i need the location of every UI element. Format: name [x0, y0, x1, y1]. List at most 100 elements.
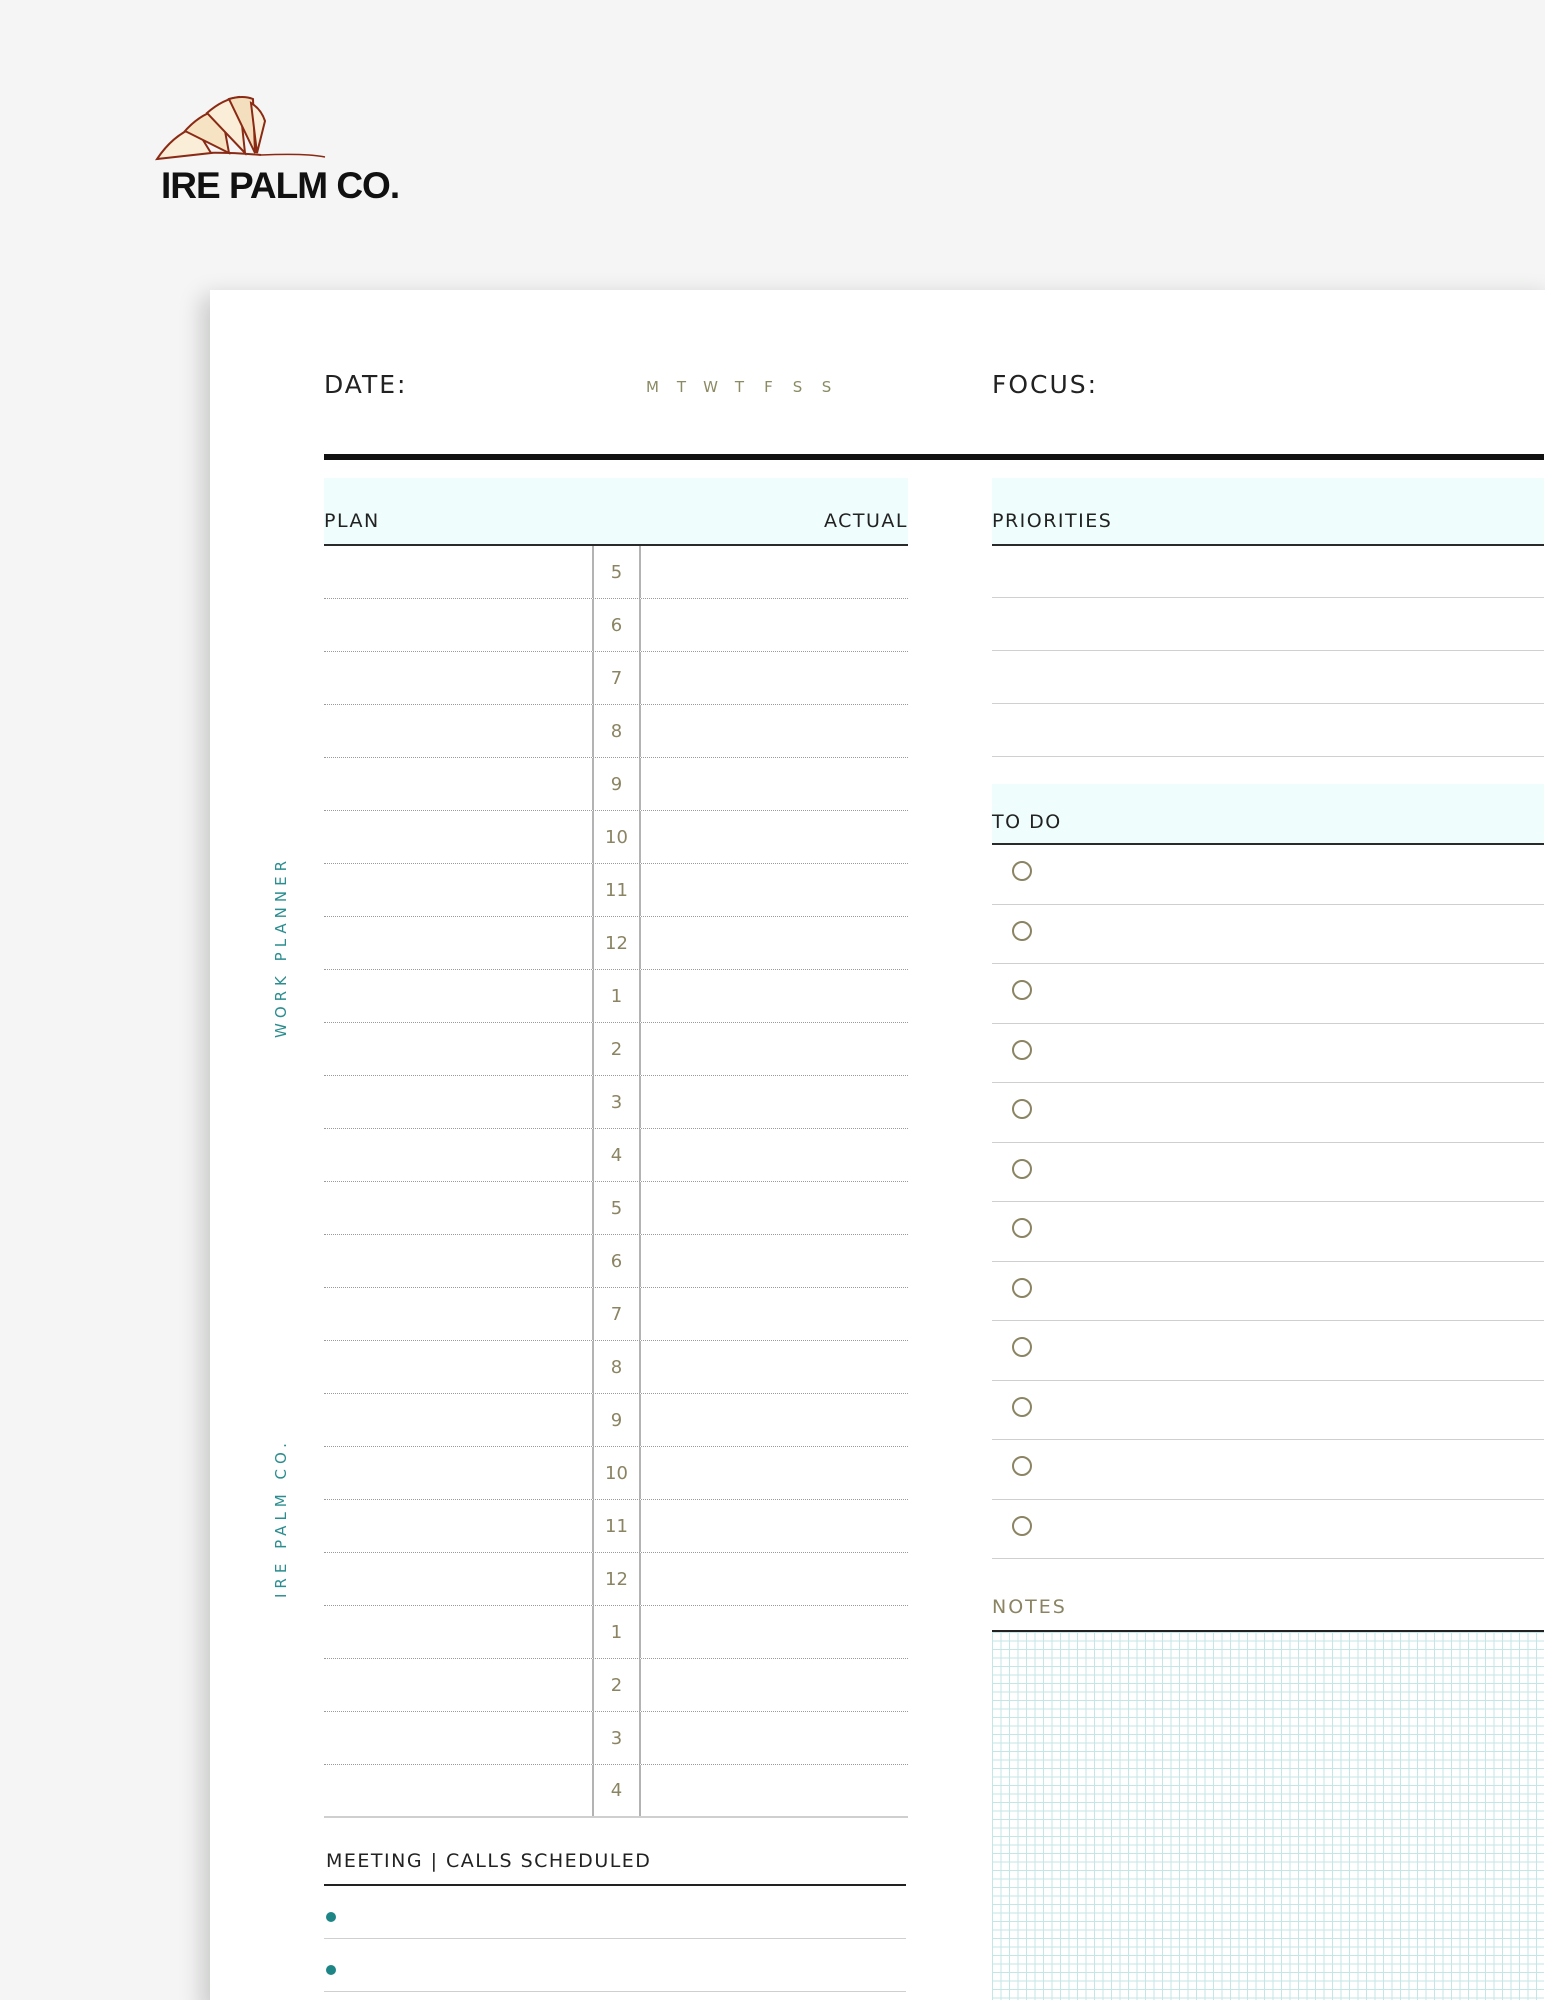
todo-item[interactable] [992, 1262, 1544, 1321]
hour-row[interactable]: 2 [324, 1023, 908, 1076]
hour-label: 7 [592, 652, 641, 704]
hour-label: 5 [592, 546, 641, 598]
brand-name: IRE PALM CO. [161, 165, 400, 206]
hour-row[interactable]: 3 [324, 1076, 908, 1129]
hour-label: 9 [592, 758, 641, 810]
todo-header: TO DO [992, 784, 1544, 845]
hour-row[interactable]: 10 [324, 811, 908, 864]
checkbox-circle-icon[interactable] [1012, 1396, 1032, 1417]
hour-label: 6 [592, 1235, 641, 1287]
hour-row[interactable]: 3 [324, 1712, 908, 1765]
checkbox-circle-icon[interactable] [1012, 980, 1032, 1000]
hour-label: 2 [592, 1023, 641, 1075]
hour-row[interactable]: 4 [324, 1765, 908, 1818]
hour-label: 1 [592, 1606, 641, 1658]
notes-grid-area[interactable] [992, 1632, 1544, 2000]
notes-title: NOTES [992, 1596, 1067, 1618]
hour-label: 8 [592, 1341, 641, 1393]
plan-label: PLAN [324, 510, 380, 532]
todo-item[interactable] [992, 845, 1544, 905]
hour-row[interactable]: 9 [324, 1394, 908, 1447]
hour-row[interactable]: 6 [324, 1235, 908, 1288]
day-thursday[interactable]: T [732, 378, 747, 396]
day-saturday[interactable]: S [790, 378, 805, 396]
hour-row[interactable]: 7 [324, 1288, 908, 1341]
brand-logo: IRE PALM CO. [155, 95, 415, 215]
day-friday[interactable]: F [761, 378, 776, 396]
hour-row[interactable]: 11 [324, 1500, 908, 1553]
hour-label: 12 [592, 1553, 641, 1605]
todo-item[interactable] [992, 1024, 1544, 1083]
hour-label: 6 [592, 599, 641, 651]
hour-row[interactable]: 12 [324, 1553, 908, 1606]
hour-row[interactable]: 8 [324, 705, 908, 758]
day-monday[interactable]: M [645, 378, 660, 396]
hour-row[interactable]: 5 [324, 546, 908, 599]
hour-label: 8 [592, 705, 641, 757]
checkbox-circle-icon[interactable] [1012, 920, 1032, 941]
focus-label: FOCUS: [992, 370, 1099, 399]
todo-item[interactable] [992, 1202, 1544, 1262]
todo-item[interactable] [992, 1083, 1544, 1143]
hour-label: 9 [592, 1394, 641, 1446]
hour-label: 3 [592, 1076, 641, 1128]
hour-row[interactable]: 2 [324, 1659, 908, 1712]
todo-item[interactable] [992, 1381, 1544, 1440]
hour-row[interactable]: 7 [324, 652, 908, 705]
priority-line[interactable] [992, 546, 1544, 598]
checkbox-circle-icon[interactable] [1012, 1039, 1032, 1060]
hour-row[interactable]: 10 [324, 1447, 908, 1500]
checkbox-circle-icon[interactable] [1012, 1515, 1032, 1536]
priority-line[interactable] [992, 651, 1544, 704]
hour-row[interactable]: 1 [324, 970, 908, 1023]
planner-page: WORK PLANNER IRE PALM CO. DATE: M T W T … [210, 290, 1545, 2000]
todo-item[interactable] [992, 964, 1544, 1024]
weekday-selector: M T W T F S S [645, 378, 834, 396]
priority-line[interactable] [992, 598, 1544, 651]
hour-row[interactable]: 5 [324, 1182, 908, 1235]
day-sunday[interactable]: S [819, 378, 834, 396]
hour-row[interactable]: 6 [324, 599, 908, 652]
hour-row[interactable]: 9 [324, 758, 908, 811]
hour-label: 1 [592, 970, 641, 1022]
hour-label: 10 [592, 811, 641, 863]
hour-label: 12 [592, 917, 641, 969]
priority-line[interactable] [992, 704, 1544, 757]
hour-label: 4 [592, 1129, 641, 1181]
todo-item[interactable] [992, 1440, 1544, 1500]
meetings-title: MEETING | CALLS SCHEDULED [326, 1850, 652, 1872]
todo-list [992, 845, 1544, 1559]
hour-label: 11 [592, 864, 641, 916]
hour-label: 2 [592, 1659, 641, 1711]
checkbox-circle-icon[interactable] [1012, 1277, 1032, 1298]
hour-label: 5 [592, 1182, 641, 1234]
hour-label: 3 [592, 1712, 641, 1764]
hour-row[interactable]: 1 [324, 1606, 908, 1659]
checkbox-circle-icon[interactable] [1012, 1158, 1032, 1179]
hour-row[interactable]: 4 [324, 1129, 908, 1182]
schedule-header: PLAN ACTUAL [324, 478, 908, 546]
side-label-brand: IRE PALM CO. [272, 1438, 290, 1598]
actual-label: ACTUAL [823, 510, 908, 532]
todo-item[interactable] [992, 1500, 1544, 1559]
todo-item[interactable] [992, 905, 1544, 964]
hour-row[interactable]: 11 [324, 864, 908, 917]
day-wednesday[interactable]: W [703, 378, 718, 396]
hour-label: 11 [592, 1500, 641, 1552]
checkbox-circle-icon[interactable] [1012, 1099, 1032, 1119]
hour-row[interactable]: 12 [324, 917, 908, 970]
meeting-item[interactable] [324, 1886, 906, 1939]
todo-item[interactable] [992, 1321, 1544, 1381]
hour-row[interactable]: 8 [324, 1341, 908, 1394]
priorities-header: PRIORITIES [992, 478, 1544, 546]
meeting-item[interactable] [324, 1939, 906, 1992]
checkbox-circle-icon[interactable] [1012, 861, 1032, 881]
day-tuesday[interactable]: T [674, 378, 689, 396]
hour-label: 7 [592, 1288, 641, 1340]
checkbox-circle-icon[interactable] [1012, 1337, 1032, 1357]
bullet-icon [326, 1965, 336, 1975]
priorities-title: PRIORITIES [992, 510, 1113, 532]
checkbox-circle-icon[interactable] [1012, 1218, 1032, 1238]
todo-item[interactable] [992, 1143, 1544, 1202]
checkbox-circle-icon[interactable] [1012, 1456, 1032, 1476]
